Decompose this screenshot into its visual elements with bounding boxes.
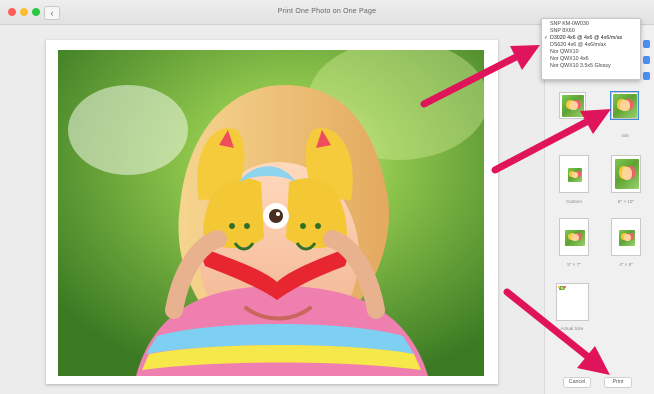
thumbnail-label: 4" × 6" xyxy=(619,262,633,267)
paper-preview xyxy=(46,40,498,384)
menu-item-label: Nor QWX10 4x6 xyxy=(550,56,589,62)
menu-item-label: SNP KM-0W030 xyxy=(550,21,589,27)
photo-thumbnail-icon xyxy=(565,230,585,246)
paper-size-option[interactable]: ✓ D3020 4x6 @ 4x6 @ 4x6/m/ax xyxy=(542,35,640,42)
thumbnail-size-option[interactable] xyxy=(556,283,589,321)
thumbnail-size-option[interactable] xyxy=(611,155,641,193)
thumbnail-label: 4x5 xyxy=(621,133,629,138)
print-button[interactable]: Print xyxy=(604,377,632,388)
paper-size-option[interactable]: Nor QWX10 3.5x5 Glossy xyxy=(542,63,640,70)
menu-item-label: Nor QWX10 3.5x5 Glossy xyxy=(550,63,611,69)
thumbnail-label: Actual Size xyxy=(560,326,584,331)
popup-stepper-icon[interactable] xyxy=(643,56,650,64)
menu-item-label: DS620 4x6 @ 4x6/m/ax xyxy=(550,42,607,48)
cancel-button[interactable]: Cancel xyxy=(563,377,591,388)
photo-thumbnail-icon xyxy=(613,94,637,118)
thumbnail-label: 8" × 10" xyxy=(617,199,635,204)
thumbnail-size-option-selected[interactable] xyxy=(610,91,639,120)
photo-thumbnail-icon xyxy=(615,159,639,189)
paper-size-option[interactable]: SNP KM-0W030 xyxy=(542,21,640,28)
menu-item-label: D3020 4x6 @ 4x6 @ 4x6/m/ax xyxy=(550,35,623,41)
photo-thumbnail-icon xyxy=(568,168,582,182)
thumbnail-size-option[interactable] xyxy=(611,218,641,256)
paper-size-menu[interactable]: SNP KM-0W030 SNP 8X60 ✓ D3020 4x6 @ 4x6 … xyxy=(541,18,641,80)
photo-preview xyxy=(58,50,484,376)
popup-stepper-icon[interactable] xyxy=(643,72,650,80)
paper-size-option[interactable]: DS620 4x6 @ 4x6/m/ax xyxy=(542,42,640,49)
paper-size-option[interactable]: SNP 8X60 xyxy=(542,28,640,35)
thumbnail-label: 5" × 7" xyxy=(567,262,581,267)
thumbnail-label: Custom xyxy=(566,199,582,204)
print-options-sidebar xyxy=(544,26,654,394)
print-dialog-window: ‹ Print One Photo on One Page SNP KM-0W0… xyxy=(0,0,654,394)
thumbnail-size-option[interactable] xyxy=(559,218,589,256)
menu-item-label: SNP 8X60 xyxy=(550,28,575,34)
photo-thumbnail-icon xyxy=(562,95,584,117)
checkmark-icon: ✓ xyxy=(544,35,549,41)
popup-stepper-icon[interactable] xyxy=(643,40,650,48)
photo-thumbnail-icon xyxy=(619,230,635,246)
child-photo-image xyxy=(58,50,484,376)
photo-thumbnail-icon xyxy=(559,286,565,290)
paper-size-option[interactable]: Nor QWX10 xyxy=(542,49,640,56)
photo-preview-area xyxy=(8,26,544,394)
thumbnail-size-option[interactable] xyxy=(559,155,589,193)
menu-item-label: Nor QWX10 xyxy=(550,49,579,55)
thumbnail-size-option[interactable] xyxy=(559,92,586,119)
paper-size-option[interactable]: Nor QWX10 4x6 xyxy=(542,56,640,63)
